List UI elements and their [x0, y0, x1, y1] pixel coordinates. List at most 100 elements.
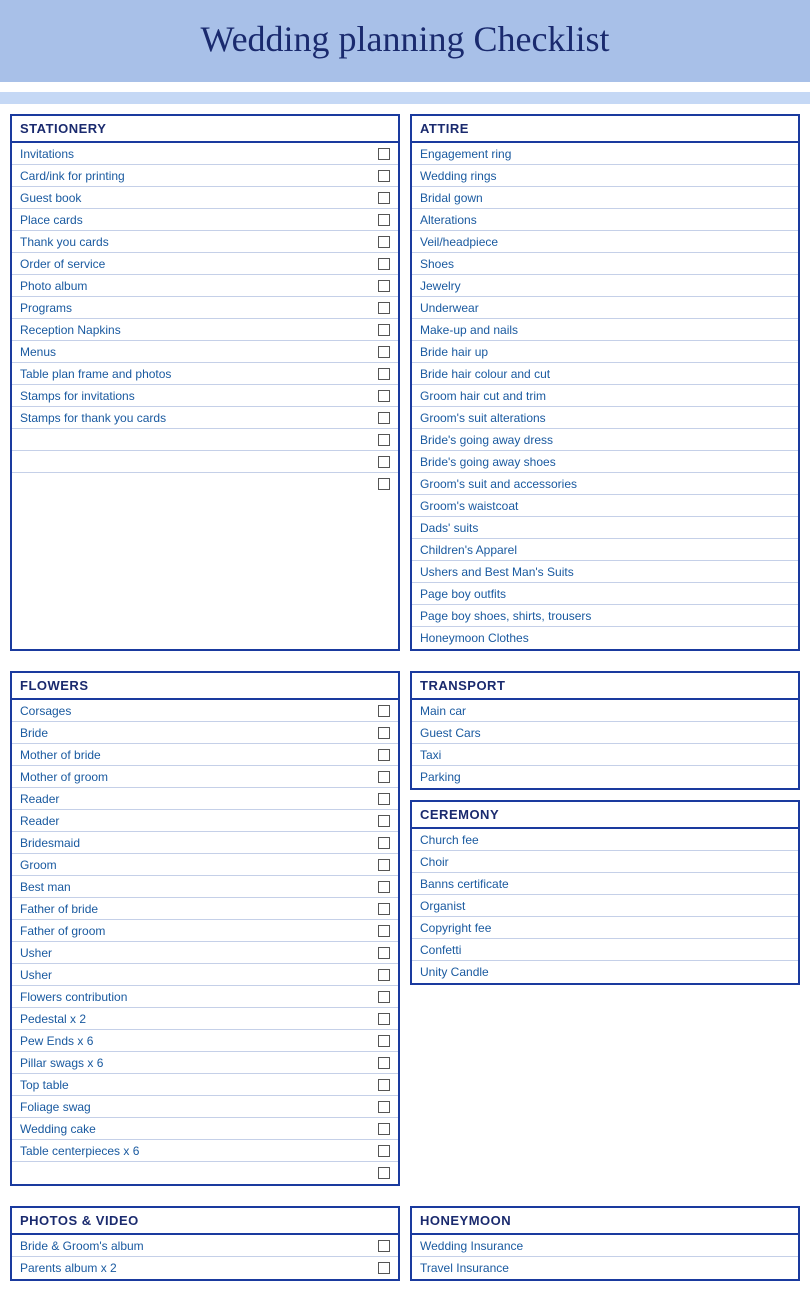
list-item: Groom's suit alterations	[412, 407, 798, 429]
checkbox[interactable]	[378, 727, 390, 739]
checkbox[interactable]	[378, 1167, 390, 1179]
list-item: Father of groom	[12, 920, 398, 942]
list-item: Pedestal x 2	[12, 1008, 398, 1030]
checkbox[interactable]	[378, 837, 390, 849]
transport-header: TRANSPORT	[412, 673, 798, 700]
checkbox[interactable]	[378, 991, 390, 1003]
checkbox[interactable]	[378, 1145, 390, 1157]
list-item: Bridal gown	[412, 187, 798, 209]
checkbox[interactable]	[378, 969, 390, 981]
list-item: Bride hair colour and cut	[412, 363, 798, 385]
checkbox[interactable]	[378, 192, 390, 204]
checkbox[interactable]	[378, 434, 390, 446]
stationery-section: STATIONERY Invitations Card/ink for prin…	[10, 114, 400, 651]
checkbox[interactable]	[378, 390, 390, 402]
list-item: Travel Insurance	[412, 1257, 798, 1279]
checkbox[interactable]	[378, 925, 390, 937]
list-item: Mother of groom	[12, 766, 398, 788]
list-item: Reader	[12, 788, 398, 810]
list-item: Corsages	[12, 700, 398, 722]
ceremony-section: CEREMONY Church fee Choir Banns certific…	[410, 800, 800, 985]
list-item: Unity Candle	[412, 961, 798, 983]
checkbox[interactable]	[378, 903, 390, 915]
checkbox[interactable]	[378, 280, 390, 292]
checkbox[interactable]	[378, 771, 390, 783]
list-item: Copyright fee	[412, 917, 798, 939]
list-item: Bride	[12, 722, 398, 744]
transport-section: TRANSPORT Main car Guest Cars Taxi Parki…	[410, 671, 800, 790]
stationery-header: STATIONERY	[12, 116, 398, 143]
checkbox[interactable]	[378, 1123, 390, 1135]
decorative-bar	[0, 92, 810, 104]
list-item: Order of service	[12, 253, 398, 275]
list-item: Parking	[412, 766, 798, 788]
checkbox[interactable]	[378, 1079, 390, 1091]
checkbox[interactable]	[378, 947, 390, 959]
flowers-header: FLOWERS	[12, 673, 398, 700]
list-item: Page boy shoes, shirts, trousers	[412, 605, 798, 627]
list-item: Invitations	[12, 143, 398, 165]
checkbox[interactable]	[378, 302, 390, 314]
checkbox[interactable]	[378, 749, 390, 761]
list-item: Place cards	[12, 209, 398, 231]
list-item: Alterations	[412, 209, 798, 231]
list-item: Bride's going away dress	[412, 429, 798, 451]
list-item: Bride & Groom's album	[12, 1235, 398, 1257]
checkbox[interactable]	[378, 705, 390, 717]
list-item: Pew Ends x 6	[12, 1030, 398, 1052]
list-item: Honeymoon Clothes	[412, 627, 798, 649]
checkbox[interactable]	[378, 412, 390, 424]
checkbox[interactable]	[378, 170, 390, 182]
attire-header: ATTIRE	[412, 116, 798, 143]
checkbox[interactable]	[378, 456, 390, 468]
list-item: Underwear	[412, 297, 798, 319]
checkbox[interactable]	[378, 1101, 390, 1113]
checkbox[interactable]	[378, 478, 390, 490]
list-item: Bride's going away shoes	[412, 451, 798, 473]
list-item: Father of bride	[12, 898, 398, 920]
list-item: Children's Apparel	[412, 539, 798, 561]
checkbox[interactable]	[378, 214, 390, 226]
list-item: Stamps for thank you cards	[12, 407, 398, 429]
checkbox[interactable]	[378, 881, 390, 893]
checkbox[interactable]	[378, 1262, 390, 1274]
checkbox[interactable]	[378, 1240, 390, 1252]
checkbox[interactable]	[378, 1013, 390, 1025]
list-item: Main car	[412, 700, 798, 722]
right-middle-col: TRANSPORT Main car Guest Cars Taxi Parki…	[410, 671, 800, 1196]
checkbox[interactable]	[378, 368, 390, 380]
checkbox[interactable]	[378, 236, 390, 248]
checkbox[interactable]	[378, 815, 390, 827]
page-header: Wedding planning Checklist	[0, 0, 810, 82]
checkbox[interactable]	[378, 859, 390, 871]
checkbox[interactable]	[378, 148, 390, 160]
checkbox[interactable]	[378, 1035, 390, 1047]
checkbox[interactable]	[378, 793, 390, 805]
attire-section: ATTIRE Engagement ring Wedding rings Bri…	[410, 114, 800, 651]
photos-section: PHOTOS & VIDEO Bride & Groom's album Par…	[10, 1206, 400, 1281]
checkbox[interactable]	[378, 324, 390, 336]
checkbox[interactable]	[378, 1057, 390, 1069]
list-item: Bridesmaid	[12, 832, 398, 854]
list-item: Parents album x 2	[12, 1257, 398, 1279]
list-item	[12, 473, 398, 495]
checkbox[interactable]	[378, 346, 390, 358]
list-item: Pillar swags x 6	[12, 1052, 398, 1074]
list-item: Top table	[12, 1074, 398, 1096]
list-item: Flowers contribution	[12, 986, 398, 1008]
photos-header: PHOTOS & VIDEO	[12, 1208, 398, 1235]
ceremony-header: CEREMONY	[412, 802, 798, 829]
list-item: Wedding rings	[412, 165, 798, 187]
list-item: Card/ink for printing	[12, 165, 398, 187]
list-item: Taxi	[412, 744, 798, 766]
checkbox[interactable]	[378, 258, 390, 270]
list-item: Groom's waistcoat	[412, 495, 798, 517]
list-item	[12, 1162, 398, 1184]
list-item: Page boy outfits	[412, 583, 798, 605]
list-item: Reception Napkins	[12, 319, 398, 341]
list-item: Usher	[12, 964, 398, 986]
list-item: Dads' suits	[412, 517, 798, 539]
list-item: Table centerpieces x 6	[12, 1140, 398, 1162]
list-item: Groom's suit and accessories	[412, 473, 798, 495]
list-item: Choir	[412, 851, 798, 873]
